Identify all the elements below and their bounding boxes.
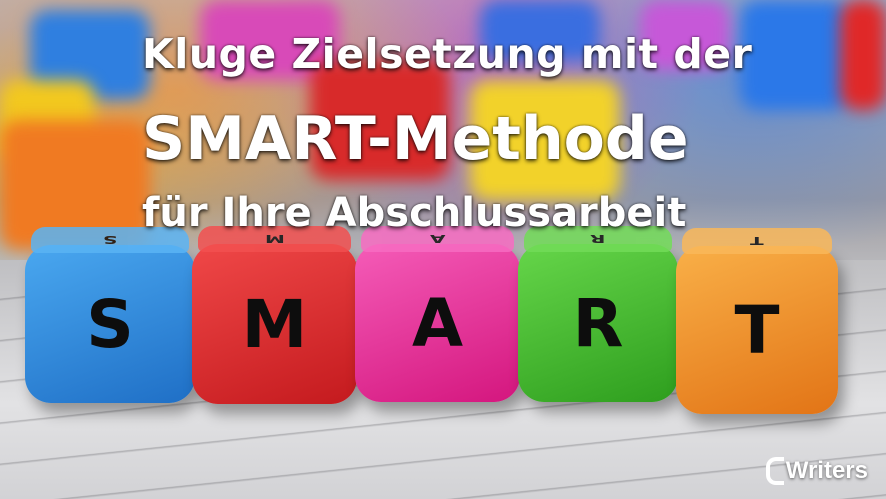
cube-s: S S — [25, 227, 195, 403]
logo-text: Writers — [785, 457, 868, 484]
cube-m-letter: M — [241, 285, 308, 363]
writers-logo: Writers — [765, 457, 868, 485]
logo-c-icon — [765, 457, 784, 485]
headline-line-2: SMART-Methode — [142, 104, 689, 174]
headline-line-3: für Ihre Abschlussarbeit — [142, 190, 687, 236]
cube-a-letter: A — [411, 284, 464, 362]
cube-a: A A — [355, 226, 520, 402]
cube-r: R R — [518, 226, 678, 402]
cube-s-letter: S — [86, 285, 134, 363]
cube-t-top-letter: T — [750, 234, 764, 248]
headline-line-1: Kluge Zielsetzung mit der — [142, 30, 753, 78]
cube-t: T T — [676, 228, 838, 414]
cube-r-letter: R — [572, 284, 624, 362]
cube-s-top-letter: S — [102, 233, 118, 247]
cube-t-letter: T — [734, 291, 780, 369]
cube-m: M M — [192, 226, 357, 404]
